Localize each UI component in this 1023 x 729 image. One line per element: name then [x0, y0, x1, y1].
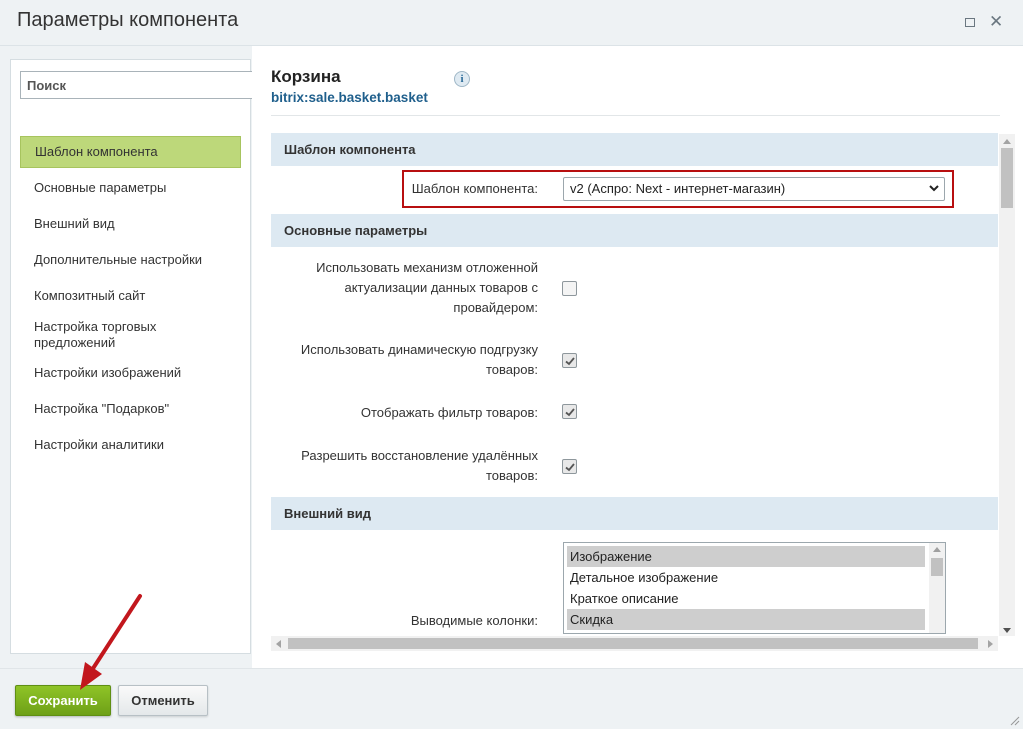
checkmark-icon: [565, 357, 575, 366]
sidebar-item-appearance[interactable]: Внешний вид: [20, 216, 241, 232]
sidebar-item-images[interactable]: Настройки изображений: [20, 365, 241, 381]
checkmark-icon: [565, 463, 575, 472]
param-label-deferred: Использовать механизм отложенной актуали…: [316, 260, 538, 315]
param-label-restore: Разрешить восстановление удалённых товар…: [301, 448, 538, 483]
param-label-dynamic-load: Использовать динамическую подгрузку това…: [300, 342, 538, 377]
sidebar-item-label: Настройка "Подарков": [34, 401, 170, 416]
resize-grip-icon[interactable]: [1010, 716, 1020, 726]
maximize-icon[interactable]: [963, 15, 977, 29]
list-item[interactable]: Детальное изображение: [567, 567, 925, 588]
list-item[interactable]: Краткое описание: [567, 588, 925, 609]
vertical-scrollbar[interactable]: [999, 134, 1015, 636]
dialog-footer: Сохранить Отменить: [0, 668, 1023, 729]
scroll-right-icon[interactable]: [988, 640, 993, 648]
template-label: Шаблон компонента:: [411, 181, 538, 196]
scroll-down-icon[interactable]: [1003, 628, 1011, 633]
columns-label: Выводимые колонки:: [410, 613, 538, 628]
sidebar: Шаблон компонента Основные параметры Вне…: [10, 59, 252, 654]
restore-deleted-checkbox[interactable]: [562, 459, 577, 474]
scroll-thumb[interactable]: [931, 558, 943, 576]
section-header-main: Основные параметры: [271, 214, 998, 247]
horizontal-scrollbar[interactable]: [271, 636, 998, 651]
sidebar-item-additional[interactable]: Дополнительные настройки: [20, 252, 241, 268]
sidebar-item-label: Шаблон компонента: [35, 144, 158, 159]
template-select[interactable]: v2 (Аспро: Next - интернет-магазин): [563, 177, 945, 201]
info-icon[interactable]: i: [454, 71, 470, 87]
sidebar-item-offers[interactable]: Настройка торговых предложений: [20, 319, 241, 351]
section-header-appearance: Внешний вид: [271, 497, 998, 530]
scroll-left-icon[interactable]: [276, 640, 281, 648]
deferred-actualization-checkbox[interactable]: [562, 281, 577, 296]
close-icon[interactable]: ✕: [989, 13, 1003, 30]
dialog-titlebar: Параметры компонента ✕: [0, 0, 1023, 46]
divider: [271, 115, 1000, 116]
checkmark-icon: [565, 408, 575, 417]
dynamic-load-checkbox[interactable]: [562, 353, 577, 368]
columns-listbox[interactable]: Изображение Детальное изображение Кратко…: [563, 542, 946, 634]
list-item[interactable]: Скидка: [567, 609, 925, 630]
scroll-up-icon[interactable]: [933, 547, 941, 552]
show-filter-checkbox[interactable]: [562, 404, 577, 419]
template-select-value: v2 (Аспро: Next - интернет-магазин): [570, 181, 786, 196]
cancel-button[interactable]: Отменить: [118, 685, 208, 716]
sidebar-item-label: Настройка торговых предложений: [34, 319, 157, 350]
sidebar-item-template[interactable]: Шаблон компонента: [20, 136, 241, 168]
scroll-thumb[interactable]: [1001, 148, 1013, 208]
content-panel: Корзина i bitrix:sale.basket.basket Шабл…: [252, 46, 1023, 668]
param-label-filter: Отображать фильтр товаров:: [360, 405, 538, 420]
component-code: bitrix:sale.basket.basket: [271, 90, 428, 105]
sidebar-item-gifts[interactable]: Настройка "Подарков": [20, 401, 241, 417]
list-item[interactable]: Изображение: [567, 546, 925, 567]
sidebar-item-composite[interactable]: Композитный сайт: [20, 288, 241, 304]
sidebar-item-label: Настройки аналитики: [34, 437, 165, 452]
listbox-scrollbar[interactable]: [929, 543, 945, 633]
save-button[interactable]: Сохранить: [15, 685, 111, 716]
sidebar-item-label: Композитный сайт: [34, 288, 146, 303]
sidebar-item-analytics[interactable]: Настройки аналитики: [20, 437, 241, 453]
scroll-thumb[interactable]: [288, 638, 978, 649]
sidebar-item-main-params[interactable]: Основные параметры: [20, 180, 241, 196]
sidebar-item-label: Внешний вид: [34, 216, 115, 231]
section-header-template: Шаблон компонента: [271, 133, 998, 166]
scroll-up-icon[interactable]: [1003, 139, 1011, 144]
dialog-title: Параметры компонента: [17, 9, 239, 31]
sidebar-item-label: Дополнительные настройки: [34, 252, 203, 267]
chevron-down-icon: [929, 185, 939, 192]
sidebar-item-label: Основные параметры: [34, 180, 167, 195]
component-name: Корзина: [271, 67, 341, 86]
sidebar-item-label: Настройки изображений: [34, 365, 182, 380]
search-input[interactable]: [20, 71, 252, 99]
